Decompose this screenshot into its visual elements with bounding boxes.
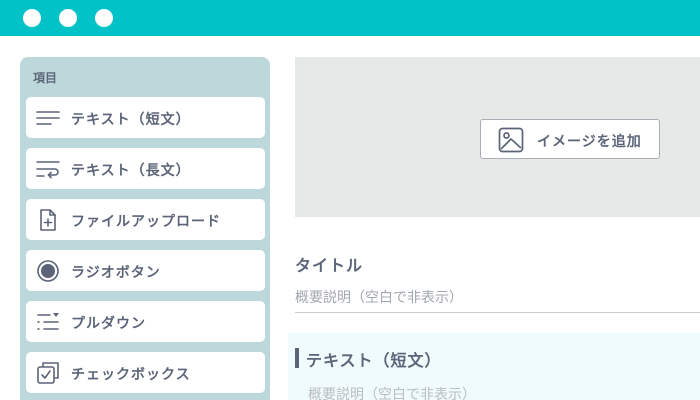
sidebar-item-file-upload[interactable]: ファイルアップロード — [26, 199, 265, 240]
sidebar-item-checkbox[interactable]: チェックボックス — [26, 352, 265, 393]
add-image-label: イメージを追加 — [537, 134, 642, 150]
block-title[interactable]: テキスト（短文） — [306, 347, 442, 371]
dropdown-list-icon — [37, 313, 59, 330]
window-dot-icon[interactable] — [95, 9, 113, 27]
sidebar-heading: 項目 — [33, 71, 58, 85]
file-add-icon — [40, 209, 56, 231]
field-palette-sidebar: 項目 テキスト（短文） テキスト（長文） ファイルアップロード ラジオボタン プ… — [20, 57, 270, 400]
form-title[interactable]: タイトル — [295, 252, 363, 276]
image-drop-area[interactable]: イメージを追加 — [295, 57, 700, 217]
checkbox-icon — [37, 362, 59, 384]
sidebar-item-dropdown[interactable]: プルダウン — [26, 301, 265, 342]
question-block[interactable]: テキスト（短文） 概要説明（空白で非表示） — [288, 333, 700, 400]
window-titlebar — [0, 0, 700, 36]
sidebar-item-label: チェックボックス — [71, 367, 191, 383]
image-icon — [498, 127, 524, 153]
sidebar-item-label: プルダウン — [71, 316, 146, 332]
sidebar-item-label: ラジオボタン — [71, 265, 161, 281]
form-description-input[interactable]: 概要説明（空白で非表示） — [295, 287, 700, 313]
sidebar-item-long-text[interactable]: テキスト（長文） — [26, 148, 265, 189]
sidebar-item-label: ファイルアップロード — [71, 214, 221, 230]
radio-button-icon — [37, 260, 59, 282]
block-accent-bar — [295, 348, 299, 368]
sidebar-item-radio-button[interactable]: ラジオボタン — [26, 250, 265, 291]
window-dot-icon[interactable] — [59, 9, 77, 27]
sidebar-item-label: テキスト（短文） — [71, 112, 191, 128]
block-description-input[interactable]: 概要説明（空白で非表示） — [308, 384, 476, 400]
long-text-icon — [36, 161, 60, 179]
add-image-button[interactable]: イメージを追加 — [480, 119, 660, 159]
short-text-icon — [36, 111, 60, 125]
window-dot-icon[interactable] — [23, 9, 41, 27]
sidebar-item-short-text[interactable]: テキスト（短文） — [26, 97, 265, 138]
sidebar-item-label: テキスト（長文） — [71, 163, 191, 179]
